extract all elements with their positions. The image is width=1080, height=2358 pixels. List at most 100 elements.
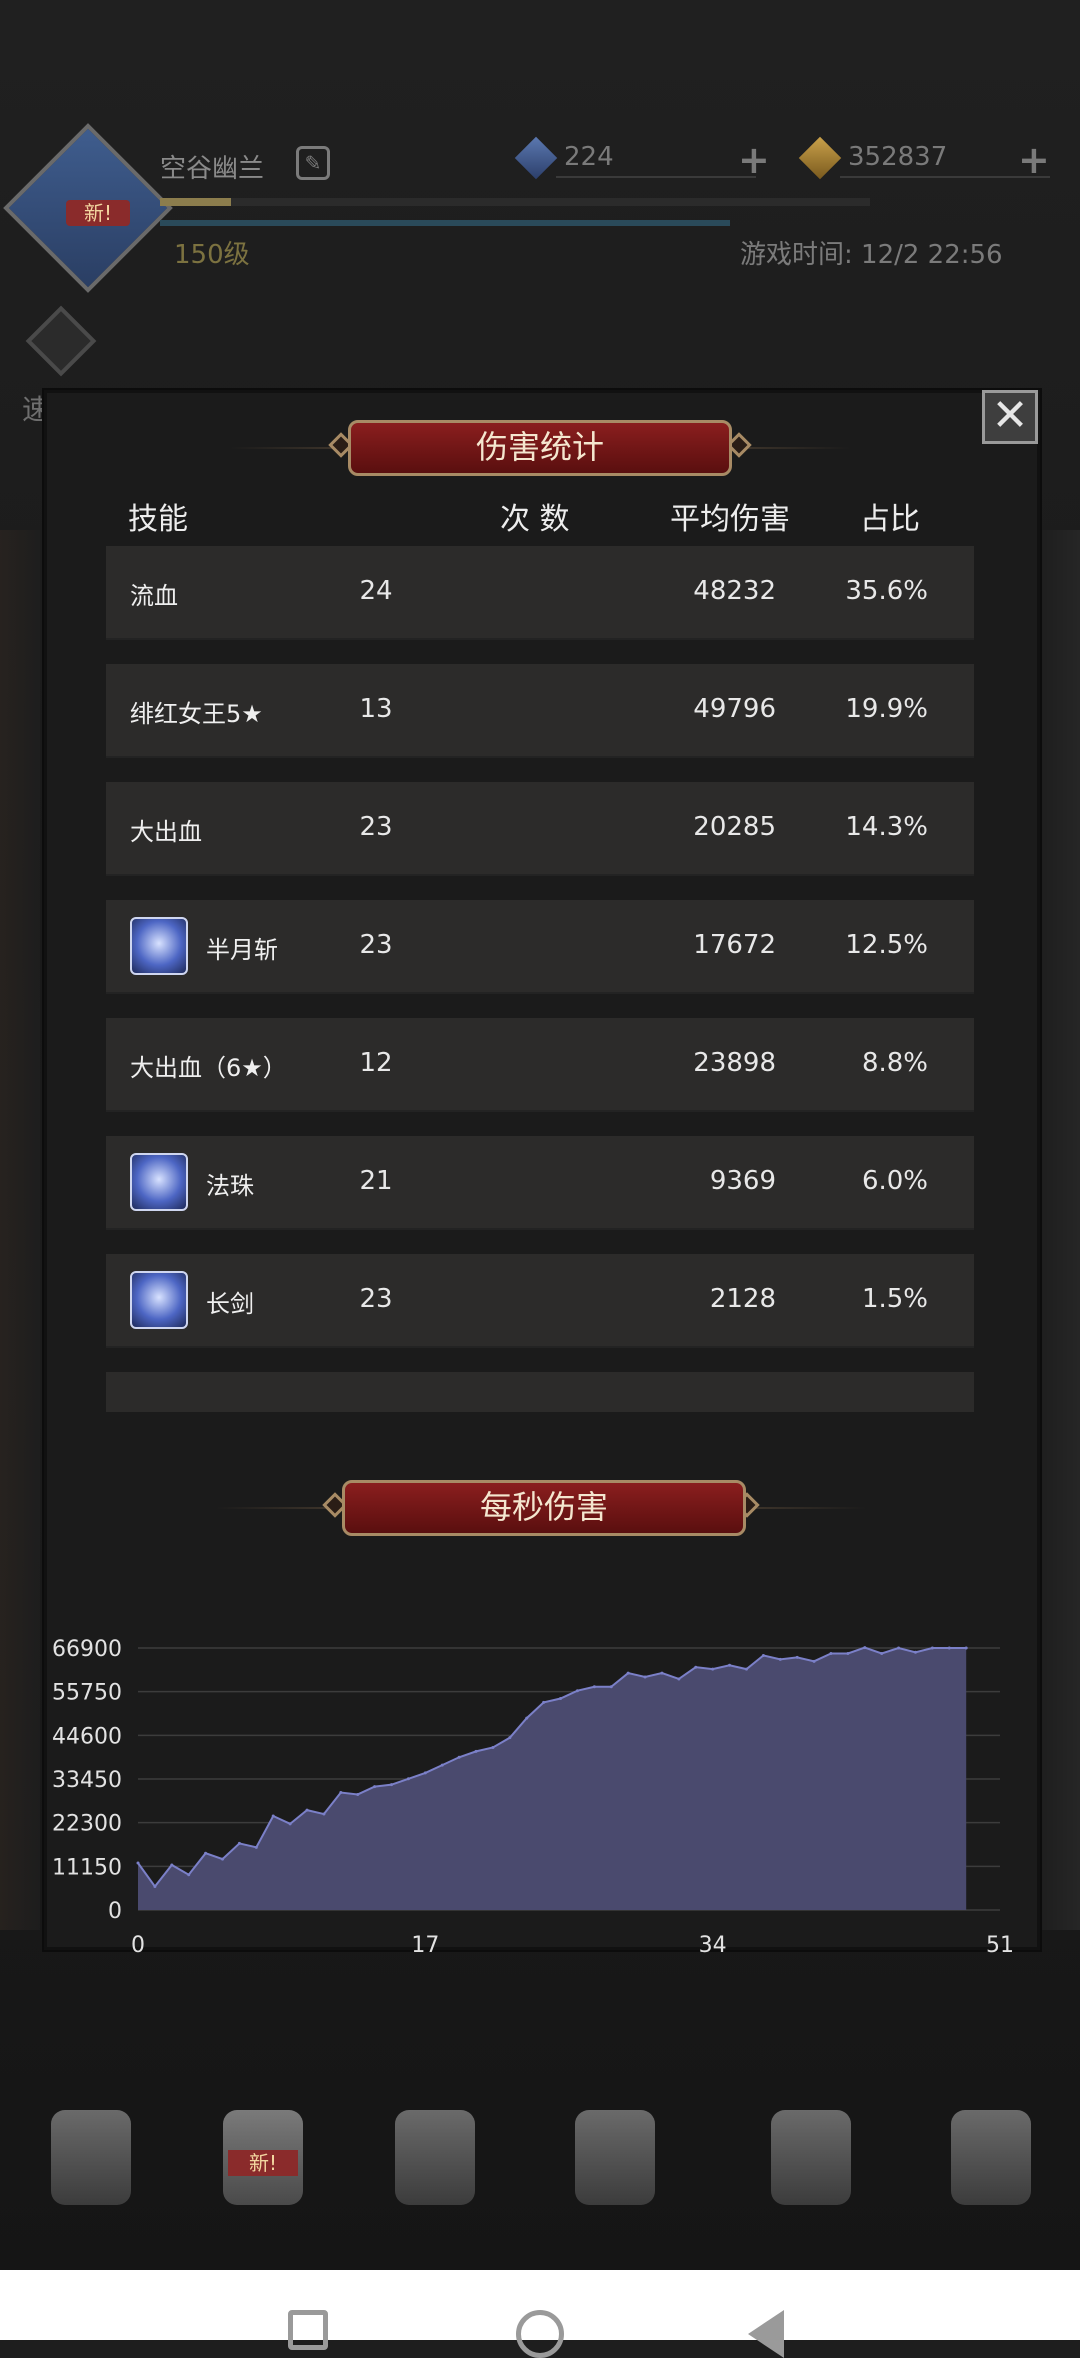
table-row: 绯红女王5★ 13 49796 19.9% bbox=[106, 664, 974, 758]
dps-point bbox=[271, 1814, 275, 1818]
dps-point bbox=[237, 1841, 241, 1845]
gem-underline bbox=[556, 176, 756, 178]
y-tick-label: 55750 bbox=[52, 1681, 122, 1706]
recent-apps-icon[interactable] bbox=[288, 2310, 328, 2350]
nav-castle[interactable] bbox=[756, 2100, 866, 2220]
dps-point bbox=[947, 1646, 951, 1650]
dps-point bbox=[609, 1685, 613, 1689]
edit-name-icon[interactable]: ✎ bbox=[296, 146, 330, 180]
skill-avg-damage: 9369 bbox=[709, 1166, 776, 1196]
skill-count: 24 bbox=[359, 576, 393, 606]
skill-percentage: 8.8% bbox=[861, 1048, 928, 1078]
right-decoration bbox=[1040, 530, 1080, 1930]
magic-orb-icon bbox=[130, 1153, 188, 1211]
dps-point bbox=[423, 1771, 427, 1775]
table-row: 半月斩 23 17672 12.5% bbox=[106, 900, 974, 994]
dps-point bbox=[643, 1675, 647, 1679]
dps-point bbox=[575, 1689, 579, 1693]
skill-percentage: 1.5% bbox=[861, 1284, 928, 1314]
sword-icon bbox=[130, 1271, 188, 1329]
gem-currency: 224 + bbox=[514, 136, 776, 182]
dps-point bbox=[373, 1785, 377, 1789]
gold-gem-icon bbox=[798, 136, 842, 180]
add-gold-button[interactable]: + bbox=[1018, 138, 1050, 182]
dps-point bbox=[897, 1646, 901, 1650]
nav-dice[interactable] bbox=[936, 2100, 1046, 2220]
column-skill: 技能 bbox=[128, 502, 188, 537]
nav-map[interactable] bbox=[560, 2100, 670, 2220]
dps-point bbox=[626, 1671, 630, 1675]
dps-point bbox=[491, 1745, 495, 1749]
column-count: 次 数 bbox=[500, 502, 570, 537]
gold-amount: 352837 bbox=[848, 142, 948, 172]
equipment-icon bbox=[395, 2110, 475, 2205]
bottom-nav: 新! bbox=[0, 2100, 1080, 2270]
dps-point bbox=[829, 1651, 833, 1655]
add-gems-button[interactable]: + bbox=[738, 138, 770, 182]
x-tick-label: 34 bbox=[699, 1933, 727, 1958]
dps-point bbox=[153, 1885, 157, 1889]
skill-percentage: 14.3% bbox=[845, 812, 928, 842]
dps-point bbox=[863, 1646, 867, 1650]
dps-point bbox=[474, 1749, 478, 1753]
exp-bar-fill bbox=[160, 198, 231, 206]
damage-stats-title: 伤害统计 bbox=[348, 420, 732, 476]
map-icon bbox=[575, 2110, 655, 2205]
skill-count: 12 bbox=[359, 1048, 393, 1078]
dps-point bbox=[728, 1663, 732, 1667]
dps-point bbox=[778, 1657, 782, 1661]
skill-count: 13 bbox=[359, 694, 393, 724]
y-tick-label: 33450 bbox=[52, 1768, 122, 1793]
column-avg: 平均伤害 bbox=[670, 502, 790, 537]
close-button[interactable]: ✕ bbox=[982, 390, 1038, 444]
dps-point bbox=[508, 1736, 512, 1740]
castle-icon bbox=[771, 2110, 851, 2205]
damage-table[interactable]: 流血 24 48232 35.6% 绯红女王5★ 13 49796 19.9% … bbox=[106, 546, 974, 1412]
back-icon[interactable] bbox=[748, 2310, 784, 2358]
x-tick-label: 17 bbox=[411, 1933, 439, 1958]
nav-hero[interactable] bbox=[36, 2100, 146, 2220]
table-row: 长剑 23 2128 1.5% bbox=[106, 1254, 974, 1348]
top-status-bar: 新! 空谷幽兰 ✎ 150级 224 + 352837 + 游戏时间: 12/2… bbox=[0, 0, 1080, 430]
dps-point bbox=[880, 1651, 884, 1655]
dps-point bbox=[322, 1812, 326, 1816]
dps-point bbox=[913, 1650, 917, 1654]
dps-point bbox=[457, 1755, 461, 1759]
dps-point bbox=[136, 1861, 140, 1865]
x-tick-label: 51 bbox=[986, 1933, 1014, 1958]
skill-avg-damage: 48232 bbox=[693, 576, 776, 606]
dps-point bbox=[254, 1845, 258, 1849]
system-nav-bar bbox=[0, 2270, 1080, 2358]
home-icon[interactable] bbox=[516, 2310, 564, 2358]
column-pct: 占比 bbox=[860, 502, 920, 537]
dps-point bbox=[761, 1653, 765, 1657]
skill-avg-damage: 2128 bbox=[709, 1284, 776, 1314]
player-level: 150级 bbox=[174, 240, 250, 270]
skill-count: 23 bbox=[359, 930, 393, 960]
dps-point bbox=[221, 1857, 225, 1861]
dps-point bbox=[390, 1783, 394, 1787]
dps-banner: 每秒伤害 bbox=[216, 1480, 866, 1536]
dps-point bbox=[660, 1671, 664, 1675]
table-row: 大出血 23 20285 14.3% bbox=[106, 782, 974, 876]
skill-name: 法珠 bbox=[206, 1172, 254, 1200]
dps-point bbox=[305, 1808, 309, 1812]
dps-point bbox=[288, 1822, 292, 1826]
dps-point bbox=[930, 1646, 934, 1650]
skill-avg-damage: 23898 bbox=[693, 1048, 776, 1078]
y-tick-label: 66900 bbox=[52, 1637, 122, 1662]
skill-name: 半月斩 bbox=[206, 936, 278, 964]
blue-gem-icon bbox=[514, 136, 558, 180]
table-row: 大出血（6★） 12 23898 8.8% bbox=[106, 1018, 974, 1112]
skill-name: 大出血（6★） bbox=[130, 1054, 287, 1082]
skill-percentage: 12.5% bbox=[845, 930, 928, 960]
dps-point bbox=[406, 1777, 410, 1781]
dps-point bbox=[187, 1873, 191, 1877]
nav-backpack[interactable]: 新! bbox=[208, 2100, 318, 2220]
nav-equipment[interactable] bbox=[380, 2100, 490, 2220]
quick-battle-button[interactable]: 速战 bbox=[16, 305, 106, 426]
dps-point bbox=[812, 1659, 816, 1663]
dice-icon bbox=[951, 2110, 1031, 2205]
dps-point bbox=[170, 1863, 174, 1867]
player-name: 空谷幽兰 bbox=[160, 154, 265, 184]
